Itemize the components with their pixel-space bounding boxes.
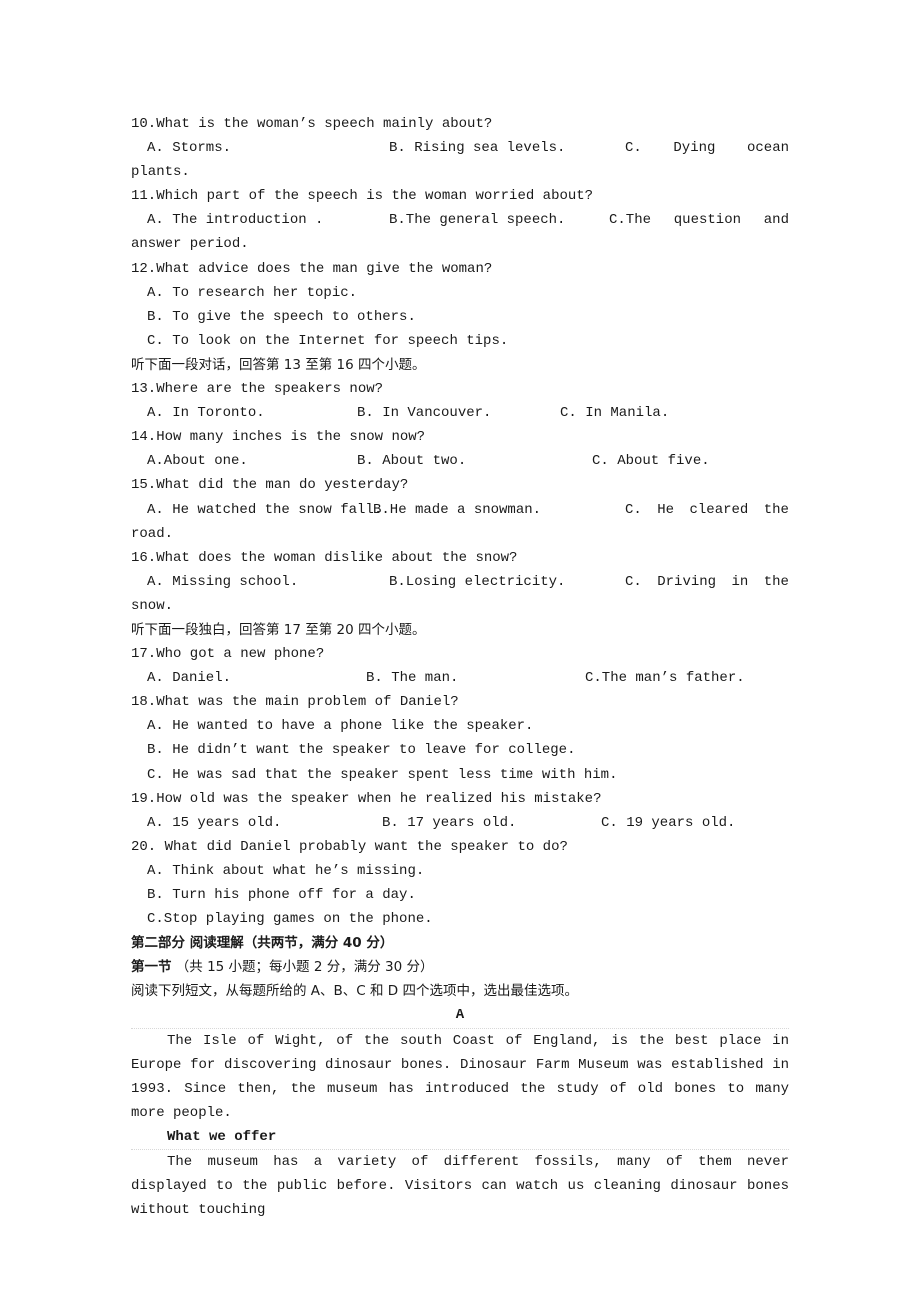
question-11-options: A. The introduction . B.The general spee… xyxy=(131,208,789,232)
option-c: C.The question and xyxy=(609,212,789,229)
option-a: A. To research her topic. xyxy=(147,284,358,301)
option-a: A. The introduction . xyxy=(147,212,324,229)
option-c: C. He cleared the xyxy=(625,501,789,518)
question-14: 14.How many inches is the snow now? xyxy=(131,429,426,446)
part-two-title: 第二部分 阅读理解（共两节，满分 40 分） xyxy=(131,935,394,952)
question-11: 11.Which part of the speech is the woman… xyxy=(131,188,594,205)
option-a: A. He wanted to have a phone like the sp… xyxy=(147,718,534,735)
section-note: （共 15 小题；每小题 2 分，满分 30 分） xyxy=(175,959,434,976)
option-c: C.Stop playing games on the phone. xyxy=(147,911,433,928)
question-12: 12.What advice does the man give the wom… xyxy=(131,260,493,277)
passage-label: A xyxy=(455,1007,465,1024)
question-17: 17.Who got a new phone? xyxy=(131,646,325,663)
question-16-options: A. Missing school. B.Losing electricity.… xyxy=(131,570,789,594)
passage-paragraph-1: The Isle of Wight, of the south Coast of… xyxy=(131,1027,789,1125)
option-b: B. He didn’t want the speaker to leave f… xyxy=(147,742,576,759)
option-b: B. 17 years old. xyxy=(382,814,517,831)
question-14-options: A.About one. B. About two. C. About five… xyxy=(131,449,789,473)
instruction-17-20: 听下面一段独白，回答第 17 至第 20 四个小题。 xyxy=(131,621,426,638)
option-b: B. In Vancouver. xyxy=(357,405,492,422)
option-c-wrap: snow. xyxy=(131,597,174,614)
option-b: B. Rising sea levels. xyxy=(389,140,566,157)
option-c: C. He was sad that the speaker spent les… xyxy=(147,766,618,783)
option-c: C. In Manila. xyxy=(560,405,670,422)
question-13-options: A. In Toronto. B. In Vancouver. C. In Ma… xyxy=(131,401,789,425)
question-19: 19.How old was the speaker when he reali… xyxy=(131,790,602,807)
option-a: A. He watched the snow fall. xyxy=(147,501,383,518)
option-b: B.The general speech. xyxy=(389,212,566,229)
option-c: C. 19 years old. xyxy=(601,814,736,831)
section-one-heading: 第一节 （共 15 小题；每小题 2 分，满分 30 分） xyxy=(131,955,789,979)
question-10: 10.What is the woman’s speech mainly abo… xyxy=(131,116,493,132)
reading-instruction: 阅读下列短文，从每题所给的 A、B、C 和 D 四个选项中，选出最佳选项。 xyxy=(131,983,578,1000)
option-a: A.About one. xyxy=(147,453,248,470)
option-c: C. Dying ocean xyxy=(625,140,789,157)
option-b: B. Turn his phone off for a day. xyxy=(147,887,416,903)
option-b: B.He made a snowman. xyxy=(373,501,542,518)
option-c-wrap: road. xyxy=(131,525,174,542)
option-c-wrap: plants. xyxy=(131,164,190,181)
option-a: A. In Toronto. xyxy=(147,405,265,422)
option-a: A. 15 years old. xyxy=(147,814,282,831)
option-b: B. To give the speech to others. xyxy=(147,308,416,325)
question-17-options: A. Daniel. B. The man. C.The man’s fathe… xyxy=(131,666,789,690)
question-15: 15.What did the man do yesterday? xyxy=(131,477,409,494)
option-c: C.The man’s father. xyxy=(585,670,745,687)
question-16: 16.What does the woman dislike about the… xyxy=(131,549,518,566)
option-a: A. Storms. xyxy=(147,140,232,157)
question-18: 18.What was the main problem of Daniel? xyxy=(131,694,459,711)
option-c: C. Driving in the xyxy=(625,573,789,590)
question-15-options: A. He watched the snow fall. B.He made a… xyxy=(131,498,789,522)
option-a: A. Think about what he’s missing. xyxy=(147,862,425,879)
passage-subheading: What we offer xyxy=(167,1128,277,1145)
section-title: 第一节 xyxy=(131,959,172,976)
option-b: B.Losing electricity. xyxy=(389,573,566,590)
question-10-options: A. Storms. B. Rising sea levels. C. Dyin… xyxy=(131,136,789,160)
option-b: B. The man. xyxy=(366,670,459,687)
option-c: C. To look on the Internet for speech ti… xyxy=(147,332,509,349)
option-c-wrap: answer period. xyxy=(131,236,249,253)
option-c: C. About five. xyxy=(592,453,710,470)
option-b: B. About two. xyxy=(357,453,467,470)
option-a: A. Missing school. xyxy=(147,573,299,590)
question-13: 13.Where are the speakers now? xyxy=(131,381,384,398)
question-20: 20. What did Daniel probably want the sp… xyxy=(131,838,568,855)
question-19-options: A. 15 years old. B. 17 years old. C. 19 … xyxy=(131,811,789,835)
exam-page: 10.What is the woman’s speech mainly abo… xyxy=(131,112,789,1222)
option-a: A. Daniel. xyxy=(147,670,232,687)
passage-paragraph-2: The museum has a variety of different fo… xyxy=(131,1149,789,1222)
instruction-13-16: 听下面一段对话，回答第 13 至第 16 四个小题。 xyxy=(131,356,426,373)
